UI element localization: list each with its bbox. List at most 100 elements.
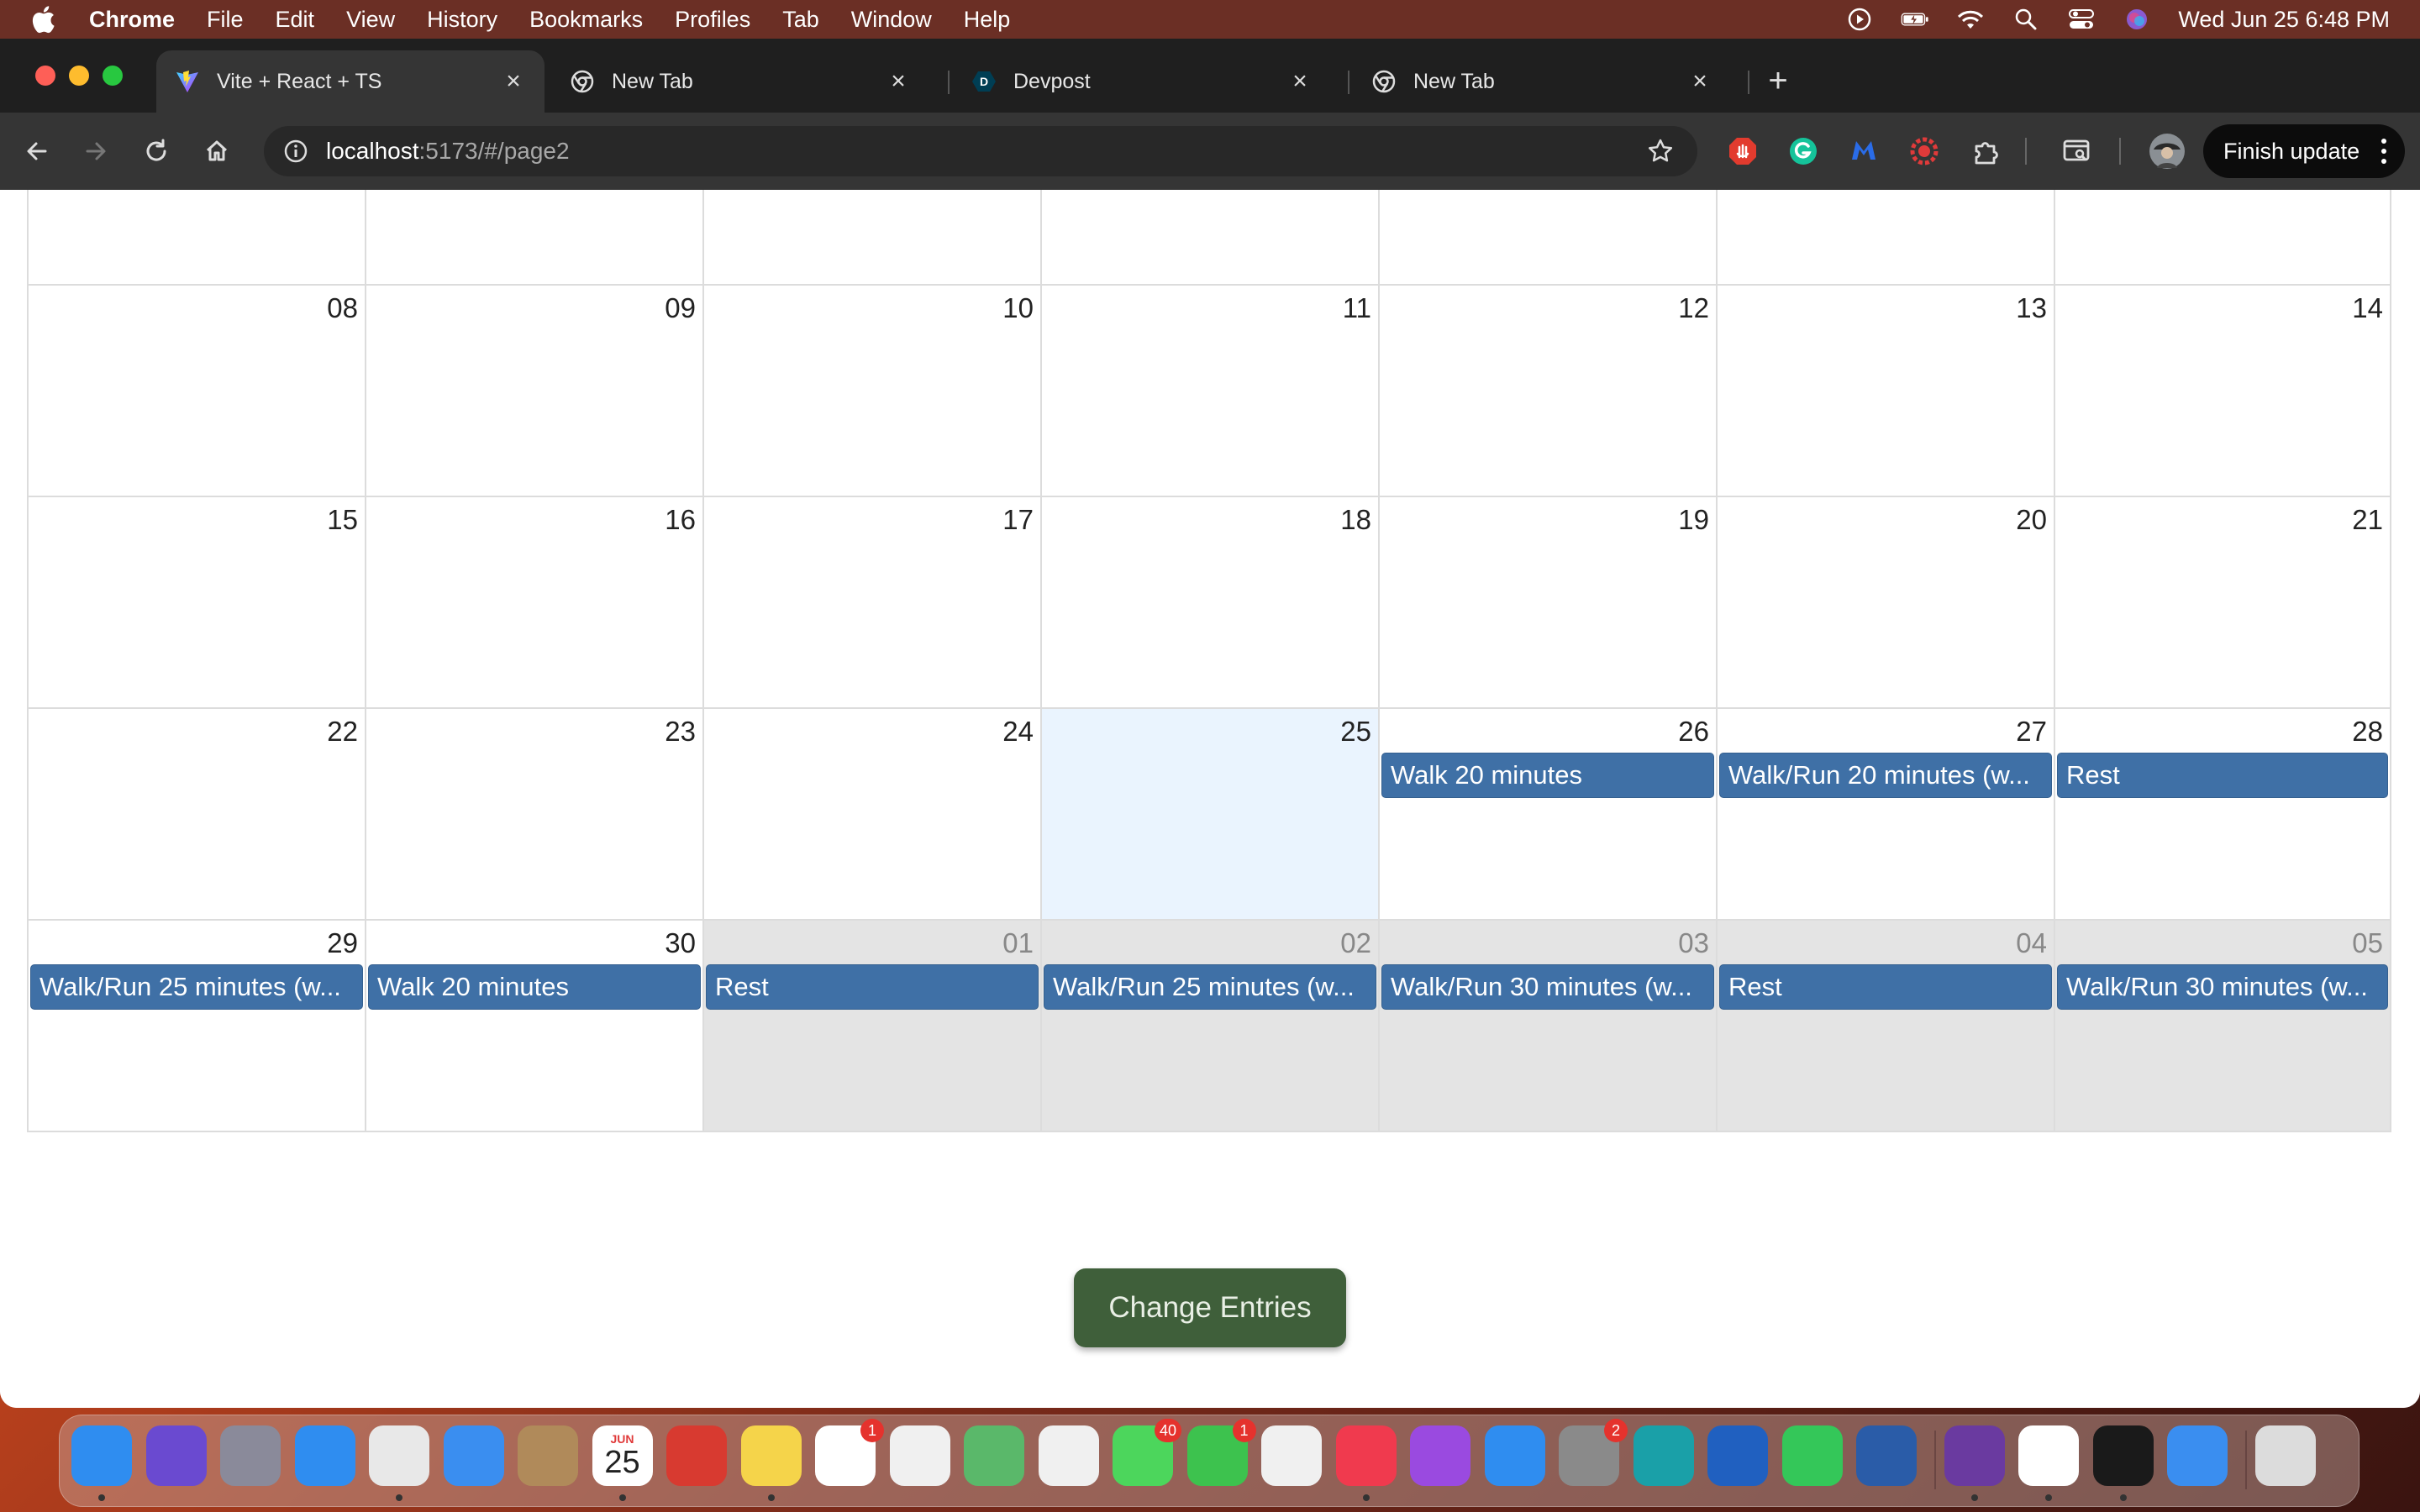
dock-vscode-icon[interactable] [2018, 1425, 2079, 1486]
day-number[interactable]: 02 [1340, 927, 1371, 959]
menu-app-name[interactable]: Chrome [89, 7, 175, 33]
menu-clock[interactable]: Wed Jun 25 6:48 PM [2178, 7, 2390, 33]
day-number[interactable]: 04 [2016, 927, 2047, 959]
calendar-day-cell[interactable]: 30 Walk 20 minutes [365, 921, 702, 1131]
day-number[interactable]: 05 [2352, 927, 2383, 959]
day-number[interactable]: 14 [2352, 292, 2383, 324]
day-number[interactable]: 21 [2352, 504, 2383, 536]
calendar-day-cell[interactable]: 15 [27, 497, 365, 707]
dock-safari-icon[interactable] [294, 1425, 355, 1486]
calendar-day-cell-next-month[interactable]: 03 Walk/Run 30 minutes (w... [1378, 921, 1716, 1131]
calendar-day-cell[interactable] [1040, 190, 1378, 284]
day-number[interactable]: 27 [2016, 716, 2047, 748]
day-number[interactable]: 01 [1002, 927, 1034, 959]
menu-history[interactable]: History [427, 7, 497, 33]
siri-icon[interactable] [2123, 7, 2151, 32]
calendar-day-cell-next-month[interactable]: 02 Walk/Run 25 minutes (w... [1040, 921, 1378, 1131]
calendar-day-cell-next-month[interactable]: 01 Rest [702, 921, 1040, 1131]
tab-new-tab-1[interactable]: New Tab × [551, 50, 929, 113]
day-number[interactable]: 09 [665, 292, 696, 324]
day-number[interactable]: 26 [1678, 716, 1709, 748]
day-number[interactable]: 22 [327, 716, 358, 748]
dock-weather-icon[interactable] [2167, 1425, 2228, 1486]
calendar-day-cell[interactable] [702, 190, 1040, 284]
calendar-day-cell[interactable]: 17 [702, 497, 1040, 707]
calendar-event[interactable]: Rest [2057, 753, 2388, 798]
dock-contacts-icon[interactable] [518, 1425, 578, 1486]
calendar-day-cell[interactable]: 09 [365, 286, 702, 496]
calendar-day-cell-today[interactable]: 25 [1040, 709, 1378, 919]
dock-photo-booth-icon[interactable] [666, 1425, 727, 1486]
dock-terminal-icon[interactable] [2092, 1425, 2154, 1486]
calendar-event[interactable]: Walk/Run 30 minutes (w... [2057, 964, 2388, 1010]
tab-new-tab-2[interactable]: New Tab × [1353, 50, 1731, 113]
calendar-day-cell[interactable]: 08 [27, 286, 365, 496]
address-bar[interactable]: localhost:5173/#/page2 [264, 126, 1697, 176]
dock-chrome-icon[interactable] [369, 1425, 429, 1486]
day-number[interactable]: 25 [1340, 716, 1371, 748]
calendar-day-cell[interactable]: 24 [702, 709, 1040, 919]
calendar-day-cell[interactable]: 18 [1040, 497, 1378, 707]
calendar-event[interactable]: Walk/Run 25 minutes (w... [1044, 964, 1376, 1010]
calendar-day-cell[interactable]: 20 [1716, 497, 2054, 707]
calendar-day-cell[interactable]: 13 [1716, 286, 2054, 496]
extensions-puzzle-icon[interactable] [1970, 134, 2003, 168]
calendar-day-cell[interactable] [365, 190, 702, 284]
change-entries-button[interactable]: Change Entries [1074, 1268, 1346, 1347]
bookmark-star-icon[interactable] [1645, 136, 1676, 166]
calendar-day-cell[interactable]: 16 [365, 497, 702, 707]
back-button[interactable] [17, 131, 57, 171]
dock-launchpad-icon[interactable] [220, 1425, 281, 1486]
new-tab-button[interactable]: + [1761, 62, 1795, 99]
dock-github-desktop-icon[interactable] [1944, 1425, 2005, 1486]
close-icon[interactable]: × [1687, 67, 1712, 95]
calendar-day-cell-next-month[interactable]: 04 Rest [1716, 921, 2054, 1131]
finish-update-button[interactable]: Finish update [2203, 124, 2405, 178]
forward-button[interactable] [76, 131, 116, 171]
dock-maps-icon[interactable] [964, 1425, 1024, 1486]
dock-freeform-icon[interactable] [889, 1425, 950, 1486]
calendar-day-cell[interactable]: 10 [702, 286, 1040, 496]
dock-music-icon[interactable] [1335, 1425, 1397, 1486]
dock-finder-icon[interactable] [71, 1425, 132, 1486]
menu-bookmarks[interactable]: Bookmarks [529, 7, 643, 33]
close-window-button[interactable] [35, 66, 55, 86]
dock-facetime-icon[interactable]: 1 [1186, 1419, 1256, 1486]
day-number[interactable]: 24 [1002, 716, 1034, 748]
close-icon[interactable]: × [886, 67, 911, 95]
home-button[interactable] [197, 131, 237, 171]
day-number[interactable]: 18 [1340, 504, 1371, 536]
day-number[interactable]: 11 [1343, 292, 1371, 324]
dock-siri-icon[interactable] [145, 1425, 207, 1486]
adblock-extension-icon[interactable] [1726, 134, 1760, 168]
calendar-event[interactable]: Walk 20 minutes [368, 964, 701, 1010]
calendar-event[interactable]: Walk/Run 30 minutes (w... [1381, 964, 1714, 1010]
menu-file[interactable]: File [207, 7, 244, 33]
battery-icon[interactable] [1901, 7, 1929, 32]
calendar-day-cell[interactable]: 14 [2054, 286, 2391, 496]
dock-notes-icon[interactable] [740, 1425, 802, 1486]
day-number[interactable]: 28 [2352, 716, 2383, 748]
day-number[interactable]: 20 [2016, 504, 2047, 536]
dock-reminders-icon[interactable]: 1 [815, 1419, 884, 1486]
dock-podcasts-icon[interactable] [1410, 1425, 1470, 1486]
day-number[interactable]: 16 [665, 504, 696, 536]
zoom-window-button[interactable] [103, 66, 123, 86]
menu-help[interactable]: Help [964, 7, 1011, 33]
tab-search-icon[interactable] [2060, 134, 2094, 168]
calendar-event[interactable]: Rest [706, 964, 1039, 1010]
dock-arduino-icon[interactable] [1633, 1425, 1694, 1486]
calendar-day-cell[interactable] [1716, 190, 2054, 284]
day-number[interactable]: 17 [1002, 504, 1034, 536]
calendar-event[interactable]: Walk/Run 20 minutes (w... [1719, 753, 2052, 798]
dock-messages-icon[interactable]: 40 [1113, 1419, 1181, 1486]
menu-window[interactable]: Window [851, 7, 932, 33]
day-number[interactable]: 30 [665, 927, 696, 959]
menu-view[interactable]: View [346, 7, 395, 33]
dock-news-icon[interactable] [1261, 1425, 1322, 1486]
spotlight-search-icon[interactable] [2012, 7, 2040, 32]
calendar-day-cell[interactable] [27, 190, 365, 284]
dock-photos-icon[interactable] [1038, 1425, 1099, 1486]
day-number[interactable]: 19 [1678, 504, 1709, 536]
calendar-day-cell[interactable]: 12 [1378, 286, 1716, 496]
